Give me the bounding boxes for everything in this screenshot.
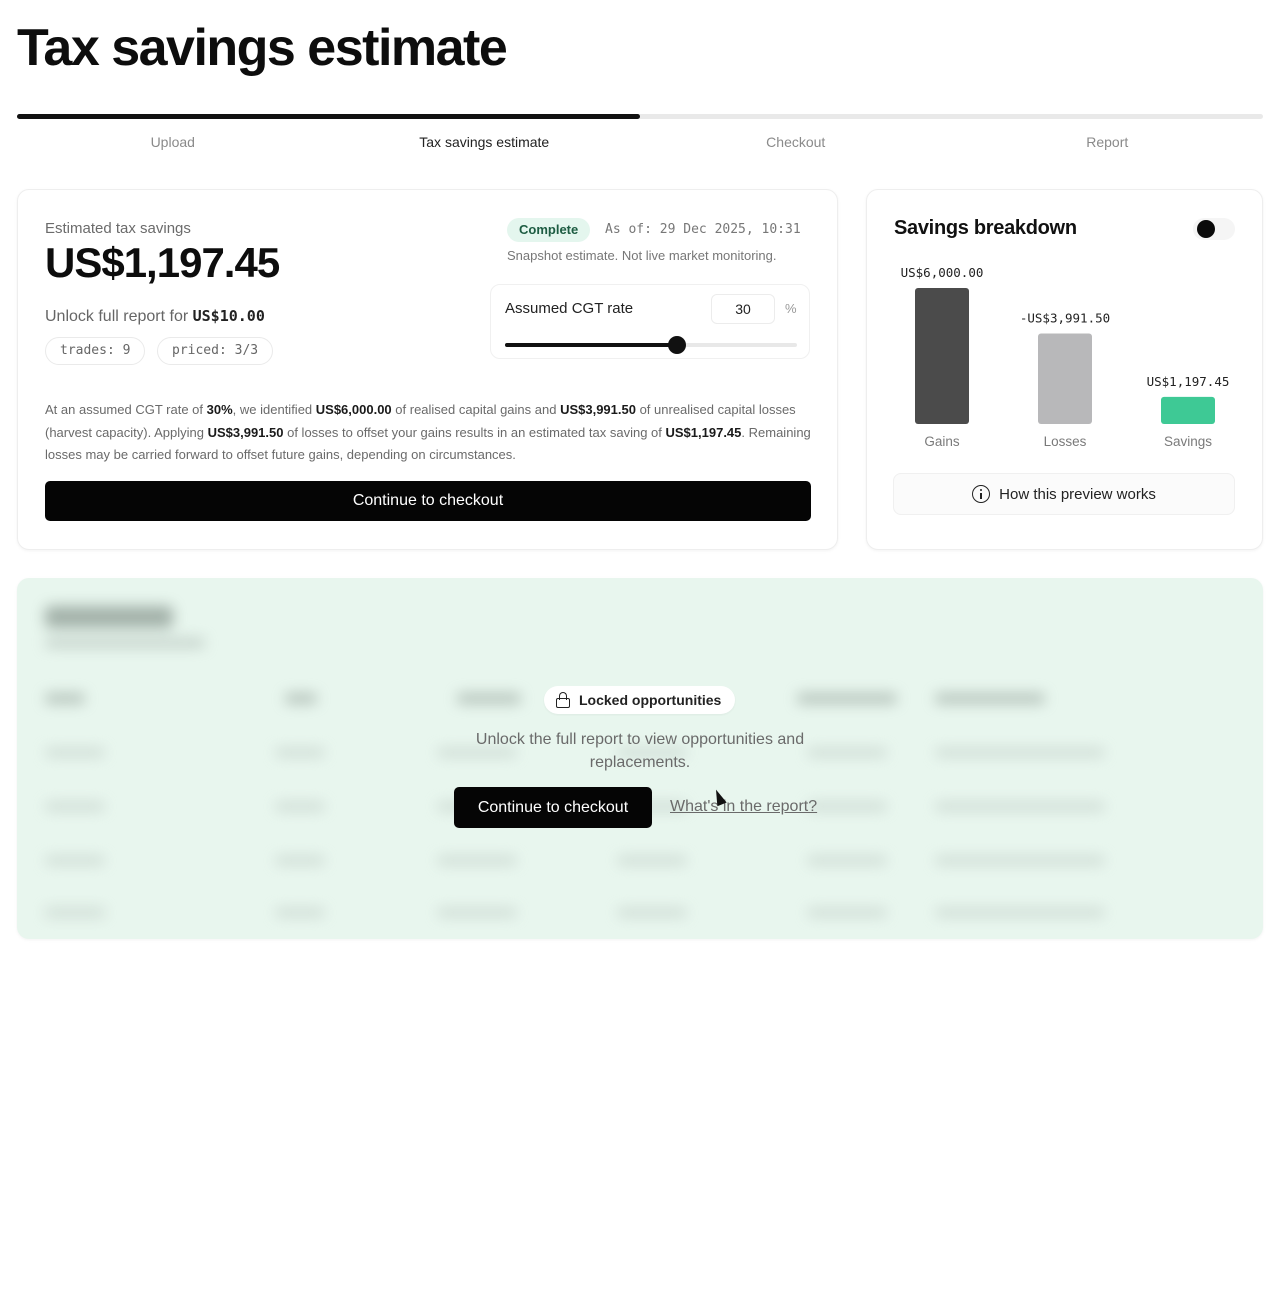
locked-opportunities-section: Locked opportunities Unlock the full rep…: [17, 578, 1263, 939]
cgt-rate-slider[interactable]: [505, 336, 797, 354]
blurred-table-cell: [617, 856, 687, 865]
breakdown-title: Savings breakdown: [894, 217, 1077, 239]
blurred-table-cell: [807, 908, 887, 917]
blurred-table-cell: [807, 856, 887, 865]
blurred-header-cell: [935, 693, 1045, 704]
page-title: Tax savings estimate: [17, 19, 508, 77]
continue-to-checkout-button[interactable]: Continue to checkout: [45, 481, 811, 521]
unlock-prefix: Unlock full report for: [45, 308, 189, 325]
blurred-table-cell: [935, 802, 1105, 811]
step-tax-savings-estimate: Tax savings estimate: [419, 134, 550, 150]
locked-opportunities-pill: Locked opportunities: [544, 686, 736, 714]
blurred-header-cell: [797, 693, 897, 704]
estimate-value: US$1,197.45: [45, 239, 280, 286]
blurred-table-cell: [275, 748, 325, 757]
blurred-subtitle: [45, 638, 205, 648]
progress-fill: [17, 114, 640, 119]
locked-continue-to-checkout-button[interactable]: Continue to checkout: [454, 787, 652, 828]
explain-text-5: of losses to offset your gains results i…: [283, 424, 666, 440]
category-label-gains: Gains: [924, 434, 960, 449]
unlock-price-line: Unlock full report for US$10.00: [45, 307, 265, 326]
blurred-table-cell: [437, 856, 517, 865]
toggle-knob: [1197, 220, 1215, 238]
breakdown-toggle[interactable]: [1193, 218, 1235, 240]
how-preview-works-button[interactable]: How this preview works: [893, 473, 1235, 515]
snapshot-note: Snapshot estimate. Not live market monit…: [507, 248, 777, 263]
blurred-table-cell: [617, 908, 687, 917]
estimate-card: Estimated tax savings US$1,197.45 Unlock…: [17, 189, 838, 550]
blurred-table-cell: [275, 802, 325, 811]
blurred-table-cell: [45, 856, 105, 865]
cgt-rate-label: Assumed CGT rate: [505, 300, 634, 317]
whats-in-report-link[interactable]: What's in the report?: [670, 798, 817, 816]
locked-pill-label: Locked opportunities: [579, 692, 722, 708]
explain-losses: US$3,991.50: [560, 402, 636, 417]
explain-text-3: of realised capital gains and: [391, 402, 561, 417]
blurred-header-cell: [457, 693, 521, 704]
slider-fill: [505, 343, 678, 347]
explain-rate: 30%: [206, 402, 233, 417]
step-report: Report: [1086, 134, 1129, 150]
bar-gains: [915, 288, 969, 424]
blurred-table-cell: [45, 802, 105, 811]
explain-text-1: At an assumed CGT rate of: [45, 402, 207, 417]
info-icon: [972, 485, 991, 503]
category-label-losses: Losses: [1044, 434, 1087, 449]
value-label-losses: -US$3,991.50: [1020, 311, 1110, 326]
unlock-price: US$10.00: [192, 307, 265, 325]
explain-applied-losses: US$3,991.50: [207, 424, 284, 440]
savings-breakdown-card: Savings breakdown US$6,000.00 Gains -US$3,…: [866, 189, 1263, 550]
blurred-table-cell: [275, 908, 325, 917]
step-checkout: Checkout: [766, 134, 826, 150]
blurred-header-cell: [45, 693, 85, 704]
step-upload: Upload: [150, 134, 195, 150]
savings-bar-chart: US$6,000.00 Gains -US$3,991.50 Losses US$1,1…: [901, 265, 1230, 449]
estimate-explanation: At an assumed CGT rate of 30%, we identi…: [45, 399, 815, 467]
progress-steps: Upload Tax savings estimate Checkout Rep…: [17, 134, 1263, 150]
trades-pill: trades: 9: [45, 337, 146, 365]
lock-icon: [556, 692, 570, 708]
blurred-table-cell: [45, 748, 105, 757]
value-label-gains: US$6,000.00: [901, 265, 984, 280]
explain-gains: US$6,000.00: [315, 402, 392, 417]
estimate-label: Estimated tax savings: [45, 220, 191, 237]
explain-text-2: , we identified: [232, 402, 316, 417]
as-of-timestamp: As of: 29 Dec 2025, 10:31: [605, 222, 801, 237]
cgt-rate-control: Assumed CGT rate %: [490, 284, 810, 359]
slider-thumb[interactable]: [668, 336, 687, 354]
blurred-table-cell: [935, 908, 1105, 917]
blurred-table-cell: [807, 802, 887, 811]
blurred-table-cell: [935, 856, 1105, 865]
category-label-savings: Savings: [1164, 434, 1212, 449]
blurred-table-cell: [935, 748, 1105, 757]
progress-track: [17, 114, 1263, 119]
cgt-rate-unit: %: [785, 301, 797, 316]
blurred-table-cell: [275, 856, 325, 865]
bar-losses: [1038, 333, 1092, 424]
bar-savings: [1161, 396, 1215, 424]
status-badge: Complete: [507, 218, 591, 242]
value-label-savings: US$1,197.45: [1147, 374, 1230, 389]
blurred-header-cell: [285, 693, 317, 704]
explain-saving: US$1,197.45: [665, 424, 742, 440]
blurred-table-cell: [45, 908, 105, 917]
locked-message: Unlock the full report to view opportuni…: [475, 731, 805, 771]
blurred-table-cell: [437, 908, 517, 917]
cgt-rate-input[interactable]: [711, 294, 775, 324]
how-preview-works-label: How this preview works: [999, 485, 1156, 503]
blurred-title: [45, 606, 173, 628]
priced-pill: priced: 3/3: [157, 337, 274, 365]
